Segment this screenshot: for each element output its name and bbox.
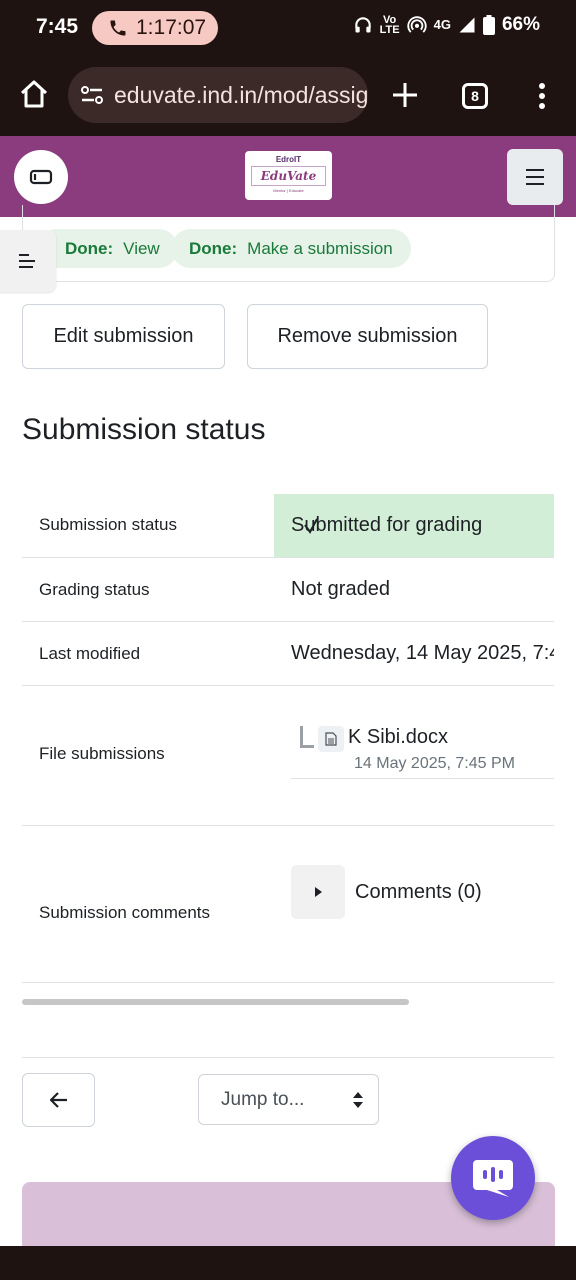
section-title: Submission status (22, 413, 266, 446)
ongoing-call-chip[interactable]: 1:17:07 (92, 11, 218, 45)
new-tab-icon[interactable] (388, 78, 422, 112)
main-menu-button[interactable] (507, 149, 563, 205)
table-row: Submission comments Comments (0) (22, 826, 554, 983)
tab-switcher-button[interactable]: 8 (462, 83, 488, 109)
caret-right-icon (315, 887, 322, 897)
file-link[interactable]: K Sibi.docx (348, 726, 448, 749)
drawer-icon (29, 169, 53, 185)
course-index-toggle[interactable] (0, 230, 56, 292)
home-icon[interactable] (18, 78, 50, 110)
file-divider (291, 778, 554, 779)
volte-icon: Vo LTE (379, 14, 400, 36)
block-drawer-button[interactable] (14, 150, 68, 204)
remove-submission-button[interactable]: Remove submission (247, 304, 488, 369)
submission-status-table: Submission status Submitted for grading … (22, 494, 554, 983)
select-arrows-icon (353, 1092, 363, 1108)
table-row: File submissions K Sibi.docx 14 May 2025… (22, 686, 554, 826)
call-timer: 1:17:07 (136, 16, 207, 39)
clock: 7:45 (36, 15, 79, 38)
completion-badge-submission: Done: Make a submission (171, 229, 411, 268)
tab-count: 8 (471, 88, 479, 104)
last-modified-value: Wednesday, 14 May 2025, 7:45 PM (291, 642, 554, 664)
edit-submission-button[interactable]: Edit submission (22, 304, 225, 369)
comments-link[interactable]: Comments (0) (355, 881, 482, 904)
grading-status-value: Not graded (291, 578, 390, 600)
url-text: eduvate.ind.in/mod/assign/view.php (114, 81, 368, 108)
course-index-icon (19, 254, 35, 268)
document-icon (318, 726, 344, 752)
previous-activity-button[interactable] (22, 1073, 95, 1127)
table-row: Grading status Not graded (22, 558, 554, 622)
activity-completion-card: Done: View Done: Make a submission (22, 205, 555, 282)
row-label: Grading status (39, 580, 150, 599)
signal-icon (459, 17, 475, 33)
battery-level: 66% (501, 14, 540, 35)
site-settings-icon[interactable] (80, 84, 104, 106)
status-icons: Vo LTE 4G 66% (353, 14, 540, 36)
file-date: 14 May 2025, 7:45 PM (354, 755, 515, 772)
hamburger-icon (526, 169, 544, 185)
system-navigation-bar (0, 1246, 576, 1280)
phone-icon (110, 20, 126, 36)
row-label: Last modified (39, 644, 141, 663)
horizontal-scrollbar[interactable] (22, 999, 409, 1005)
overflow-menu-icon[interactable] (532, 80, 552, 112)
row-label: File submissions (39, 744, 165, 763)
check-icon (304, 518, 318, 534)
jump-to-select[interactable]: Jump to... (198, 1074, 379, 1125)
hotspot-icon (406, 16, 427, 33)
chat-widget-button[interactable] (451, 1136, 535, 1220)
row-label: Submission comments (39, 903, 211, 922)
chat-bubble-icon (473, 1160, 513, 1197)
android-status-bar: 7:45 1:17:07 Vo LTE 4G 66% (0, 0, 576, 56)
headphones-icon (354, 17, 371, 33)
row-label: Submission status (39, 515, 177, 534)
address-bar[interactable]: eduvate.ind.in/mod/assign/view.php (68, 67, 368, 123)
site-logo[interactable]: EdroIT EduVate Mentor | Educate (245, 151, 332, 200)
tree-connector (300, 726, 314, 748)
battery-icon (482, 15, 495, 35)
network-type: 4G (433, 17, 451, 32)
comments-expand-button[interactable] (291, 865, 345, 919)
table-row: Submission status Submitted for grading (22, 494, 554, 558)
table-row: Last modified Wednesday, 14 May 2025, 7:… (22, 622, 554, 686)
browser-toolbar: eduvate.ind.in/mod/assign/view.php 8 (0, 56, 576, 136)
completion-badge-view: Done: View (37, 229, 178, 268)
arrow-left-icon (49, 1092, 67, 1108)
divider (22, 1057, 554, 1058)
